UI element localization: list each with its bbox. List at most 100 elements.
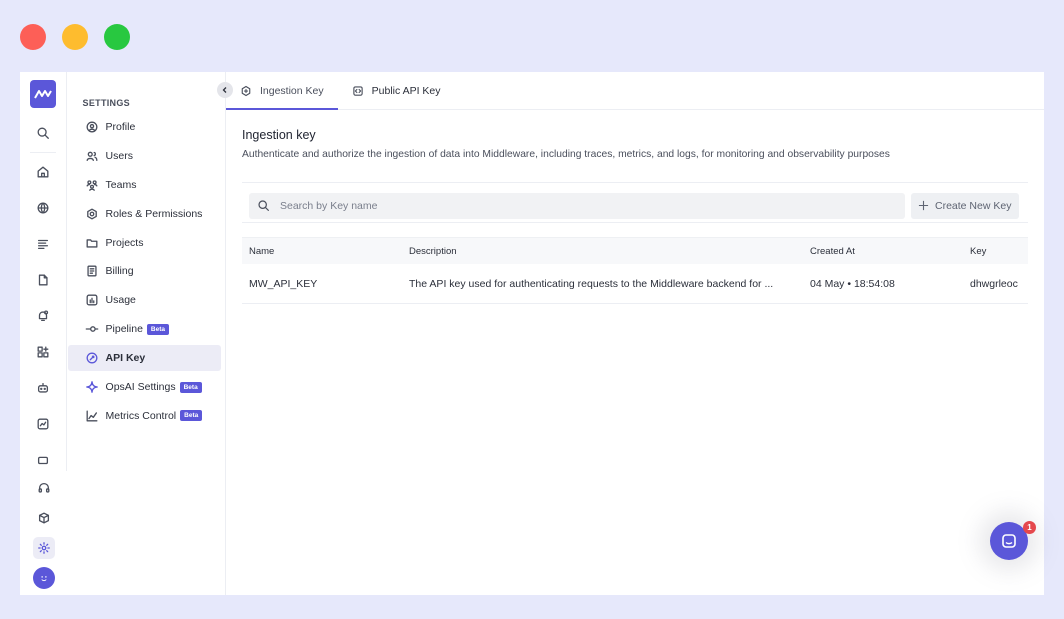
alert-icon [38, 310, 48, 322]
chat-icon [1002, 534, 1016, 548]
header-description[interactable]: Description [402, 246, 803, 257]
table-row[interactable]: MW_API_KEY The API key used for authenti… [242, 264, 1028, 304]
keys-card: Create New Key Name Description Created … [242, 182, 1028, 304]
collapse-sidebar-button[interactable] [217, 82, 233, 98]
header-name[interactable]: Name [242, 246, 402, 257]
more-icon [37, 456, 48, 465]
beta-badge: Beta [146, 323, 170, 335]
sidebar-item-opsai-settings[interactable]: OpsAI Settings Beta [68, 374, 221, 400]
file-icon [38, 274, 48, 286]
sidebar-item-billing[interactable]: Billing [68, 258, 221, 284]
close-window-button[interactable] [20, 24, 46, 50]
tab-label: Public API Key [371, 84, 441, 97]
beta-badge: Beta [180, 410, 203, 422]
beta-badge: Beta [179, 381, 202, 393]
pipeline-icon [85, 326, 98, 333]
chat-notification-badge: 1 [1023, 521, 1036, 534]
sidebar-item-api-key[interactable]: API Key [67, 345, 221, 372]
header-created-at[interactable]: Created At [803, 246, 963, 257]
table-header: Name Description Created At Key [242, 237, 1028, 264]
logo-mark-icon [33, 90, 52, 99]
search-icon [37, 127, 49, 139]
users-icon [86, 151, 98, 161]
minimize-window-button[interactable] [62, 24, 88, 50]
user-avatar[interactable] [32, 567, 55, 589]
dashboard-icon [37, 346, 49, 358]
rail-dashboards-button[interactable] [32, 341, 54, 363]
rail-logs-button[interactable] [32, 233, 54, 255]
api-key-icon [86, 352, 98, 364]
cell-key[interactable]: dhwgrleoc [963, 278, 1028, 290]
keys-table: Name Description Created At Key MW_API_K… [242, 237, 1028, 304]
maximize-window-button[interactable] [104, 24, 130, 50]
rail-ai-button[interactable] [32, 377, 54, 399]
settings-title: SETTINGS [82, 98, 130, 108]
gear-icon [37, 542, 50, 554]
app-window: SETTINGS Profile Users Teams Roles & Per… [20, 72, 1044, 595]
projects-icon [86, 238, 98, 248]
sidebar-item-label: Usage [105, 294, 136, 307]
create-new-key-button[interactable]: Create New Key [911, 192, 1019, 219]
search-input[interactable] [280, 199, 880, 212]
box-icon [38, 512, 49, 524]
keys-toolbar: Create New Key [242, 183, 1028, 223]
list-icon [37, 239, 48, 250]
rail-more-button[interactable] [32, 449, 54, 471]
page-subtitle: Authenticate and authorize the ingestion… [242, 149, 890, 160]
home-icon [37, 166, 49, 178]
rail-analytics-button[interactable] [32, 413, 54, 435]
sidebar-item-label: Teams [105, 178, 137, 191]
rail-divider [29, 152, 56, 153]
avatar-face-icon [40, 576, 47, 582]
sidebar-item-label: Metrics Control [105, 409, 177, 422]
rail-infrastructure-button[interactable] [32, 197, 54, 219]
ingestion-key-panel: Ingestion key Authenticate and authorize… [226, 110, 1044, 304]
rail-alerts-button[interactable] [32, 305, 54, 327]
sidebar-item-label: OpsAI Settings [105, 381, 176, 394]
chevron-left-icon [222, 87, 227, 93]
ingestion-key-icon [241, 85, 251, 96]
rail-support-button[interactable] [33, 477, 55, 499]
cell-created-at: 04 May • 18:54:08 [810, 277, 895, 290]
sidebar-item-label: Roles & Permissions [105, 207, 203, 220]
create-new-key-label: Create New Key [935, 199, 1012, 212]
main-content: Ingestion Key Public API Key Ingestion k… [217, 72, 1044, 595]
rail-settings-button[interactable] [32, 537, 55, 559]
rail-home-button[interactable] [32, 161, 54, 183]
tab-public-api-key[interactable]: Public API Key [338, 72, 455, 109]
tab-label: Ingestion Key [260, 84, 324, 97]
headset-icon [38, 482, 49, 493]
code-icon [352, 85, 363, 96]
rail-search-button[interactable] [36, 124, 50, 142]
tab-ingestion-key[interactable]: Ingestion Key [226, 72, 338, 110]
middleware-logo[interactable] [29, 80, 56, 108]
sidebar-item-projects[interactable]: Projects [68, 230, 221, 256]
metrics-icon [86, 410, 98, 422]
rail-reports-button[interactable] [32, 269, 54, 291]
rail-integrations-button[interactable] [33, 507, 55, 529]
window-controls [20, 24, 130, 50]
profile-icon [86, 121, 98, 133]
sidebar-item-roles[interactable]: Roles & Permissions [68, 201, 221, 227]
page-title: Ingestion key [242, 128, 316, 142]
search-icon [258, 200, 269, 211]
search-box [249, 192, 905, 219]
sidebar-item-usage[interactable]: Usage [68, 287, 221, 313]
sidebar-item-users[interactable]: Users [68, 143, 221, 169]
teams-icon [86, 180, 98, 191]
sidebar-item-metrics-control[interactable]: Metrics Control Beta [68, 403, 221, 429]
analytics-icon [37, 418, 49, 430]
sidebar-item-profile[interactable]: Profile [68, 114, 221, 140]
robot-icon [37, 382, 48, 393]
cell-description: The API key used for authenticating requ… [409, 277, 774, 290]
sidebar-item-label: API Key [105, 352, 146, 365]
sidebar-item-label: Pipeline [105, 323, 143, 336]
sidebar-item-pipeline[interactable]: Pipeline Beta [68, 316, 221, 342]
settings-sidebar: SETTINGS Profile Users Teams Roles & Per… [67, 72, 226, 595]
rail-bottom [20, 471, 67, 595]
sidebar-item-label: Projects [105, 236, 144, 249]
sidebar-item-teams[interactable]: Teams [68, 172, 221, 198]
roles-icon [86, 208, 97, 220]
header-key[interactable]: Key [963, 246, 1028, 257]
sparkle-icon [85, 381, 98, 393]
